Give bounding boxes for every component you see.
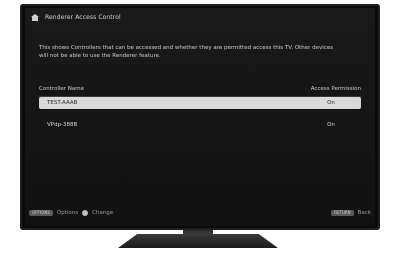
- window-header: Renderer Access Control: [31, 14, 121, 21]
- controller-name: TEST-AAAB: [47, 100, 78, 106]
- window-title: Renderer Access Control: [45, 14, 121, 21]
- back-label: Back: [357, 210, 371, 216]
- column-header-access-permission: Access Permission: [310, 86, 361, 92]
- home-icon: [31, 14, 39, 21]
- options-key-badge[interactable]: OPTIONS: [29, 210, 53, 216]
- access-permission-value: On: [327, 100, 335, 106]
- options-label: Options: [56, 210, 79, 216]
- footer-bar: OPTIONS Options Change RETURN Back: [29, 208, 371, 218]
- tv-screen: Renderer Access Control This shows Contr…: [25, 8, 375, 226]
- tv-stand-base: [118, 234, 278, 248]
- controller-name: VPdp-388B: [47, 122, 78, 128]
- access-permission-value: On: [327, 122, 335, 128]
- column-header-controller-name: Controller Name: [39, 86, 85, 92]
- table-row[interactable]: TEST-AAAB On: [39, 97, 361, 109]
- return-key-badge[interactable]: RETURN: [331, 210, 354, 216]
- change-label: Change: [92, 210, 114, 216]
- table-header: Controller Name Access Permission: [39, 84, 361, 97]
- table-row[interactable]: VPdp-388B On: [39, 119, 361, 131]
- enter-button-icon: [82, 210, 89, 216]
- description-text: This shows Controllers that can be acces…: [39, 45, 334, 59]
